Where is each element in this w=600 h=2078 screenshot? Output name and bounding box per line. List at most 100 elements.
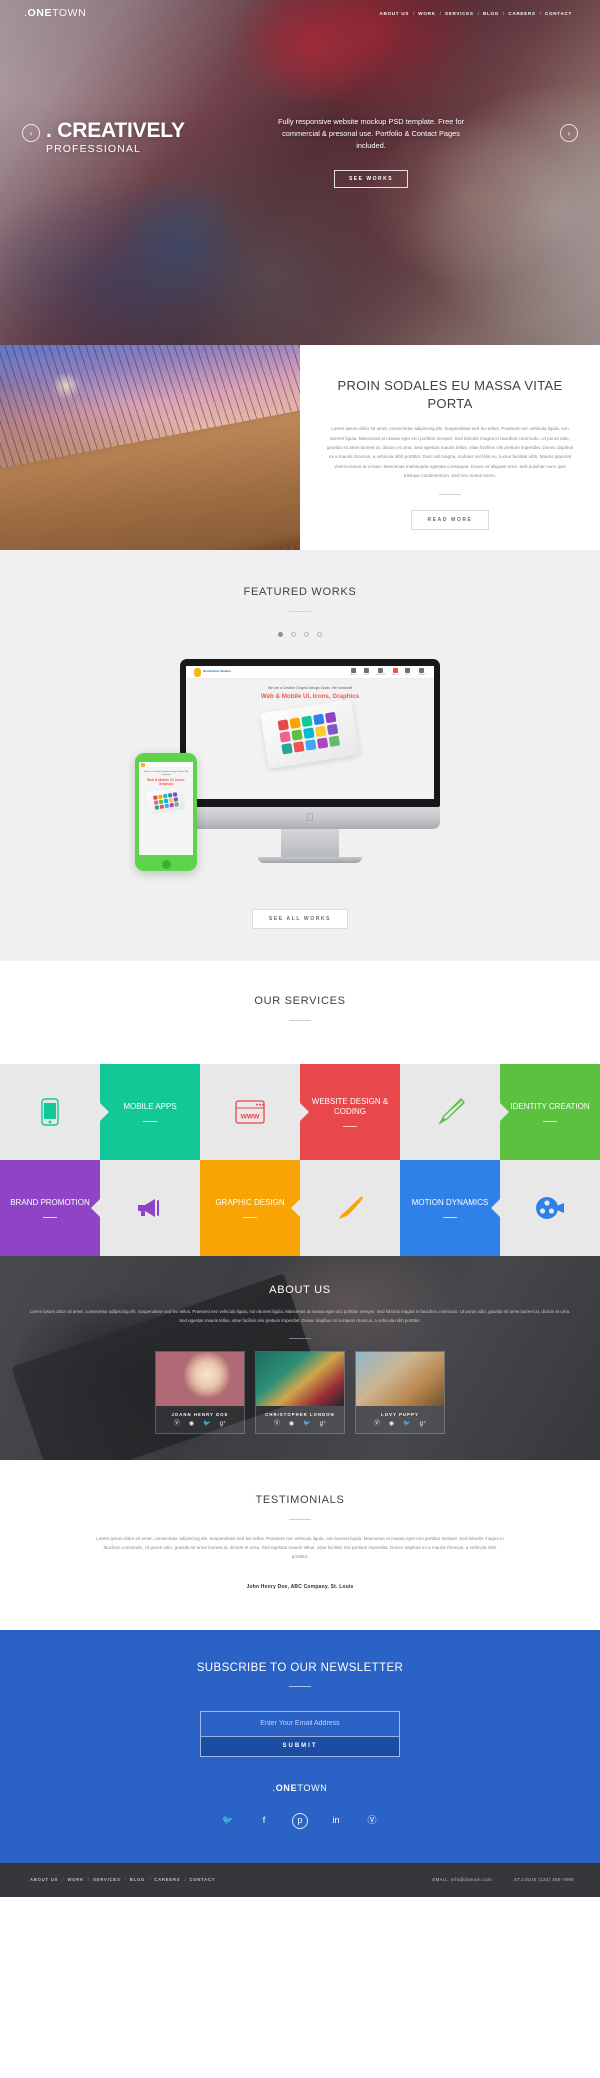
team-member-photo <box>356 1351 444 1406</box>
footer-contact-info: EMAIL: info@domain.com ST.LOUIS (123) 45… <box>432 1877 574 1882</box>
services-icon <box>378 668 384 673</box>
see-all-works-button[interactable]: SEE ALL WORKS <box>251 909 349 929</box>
carousel-dot-1[interactable] <box>278 632 283 637</box>
twitter-icon[interactable]: 🐦 <box>203 1421 210 1427</box>
team-member: CHRISTOPHER LONDON Ⓥ ◉ 🐦 g⁺ <box>255 1350 345 1434</box>
footer-nav: ABOUT US / WORK / SERVICES / BLOG / CARE… <box>26 1877 219 1882</box>
megaphone-icon <box>133 1191 167 1225</box>
service-tile-website-design[interactable]: WEBSITE DESIGN & CODING <box>300 1064 400 1160</box>
tile-notch-right <box>91 1199 100 1217</box>
service-tile-motion-dynamics[interactable]: MOTION DYNAMICS <box>400 1160 500 1256</box>
imac-mockup: DreamView Studios ABOUT WORK SERVICES AB… <box>180 659 440 863</box>
email-input[interactable] <box>201 1712 399 1735</box>
mockup-menu-item-blog[interactable]: BLOG <box>405 668 411 676</box>
google-plus-icon[interactable]: g⁺ <box>320 1421 327 1427</box>
service-icon-graphic-design <box>300 1160 400 1256</box>
facebook-icon[interactable]: f <box>256 1813 272 1829</box>
pinterest-icon[interactable]: p <box>292 1812 308 1829</box>
service-tile-brand-promotion[interactable]: BRAND PROMOTION <box>0 1160 100 1256</box>
featured-works-section: FEATURED WORKS DreamView Studios ABOUT W… <box>0 550 600 961</box>
dribbble-icon[interactable]: ◉ <box>189 1421 194 1427</box>
tile-notch-left <box>300 1103 309 1121</box>
about-body: Lorem ipsum dolor sit amet, consectetur … <box>29 1309 571 1323</box>
team-member-photo <box>156 1351 244 1406</box>
read-more-button[interactable]: READ MORE <box>410 509 490 530</box>
newsletter-section: SUBSCRIBE TO OUR NEWSLETTER SUBMIT .ONET… <box>0 1629 600 1863</box>
mockup-site-hero: We are a Creative Graphic Design Studio.… <box>186 679 434 769</box>
skype-icon[interactable]: Ⓥ <box>364 1813 380 1829</box>
nav-item-about-us[interactable]: ABOUT US <box>375 11 413 16</box>
contact-icon <box>419 668 425 673</box>
svg-text:www: www <box>240 1112 260 1121</box>
service-tile-graphic-design[interactable]: GRAPHIC DESIGN <box>200 1160 300 1256</box>
dribbble-icon[interactable]: ◉ <box>289 1421 294 1427</box>
site-logo[interactable]: .ONETOWN <box>24 7 86 19</box>
team-member: JOANN HENRY DOE Ⓥ ◉ 🐦 g⁺ <box>155 1350 245 1434</box>
carousel-dot-3[interactable] <box>304 632 309 637</box>
iphone-site-body: We are a Creative Graphic Design Studio.… <box>139 767 193 815</box>
device-mockup: DreamView Studios ABOUT WORK SERVICES AB… <box>135 659 465 889</box>
google-plus-icon[interactable]: g⁺ <box>420 1421 427 1427</box>
service-icon-motion-dynamics <box>500 1160 600 1256</box>
footer-link-blog[interactable]: BLOG <box>126 1877 149 1882</box>
linkedin-icon[interactable]: in <box>328 1813 344 1829</box>
work-icon <box>363 668 369 673</box>
mockup-menu-item-work[interactable]: WORK <box>363 668 369 676</box>
tile-notch-right <box>491 1199 500 1217</box>
service-icon-brand-promotion <box>100 1160 200 1256</box>
divider <box>289 1337 311 1339</box>
mockup-menu-item-about-2[interactable]: ABOUT <box>392 668 398 676</box>
service-tile-mobile-apps[interactable]: MOBILE APPS <box>100 1064 200 1160</box>
team-member-socials: Ⓥ ◉ 🐦 g⁺ <box>356 1420 444 1433</box>
footer-link-about-us[interactable]: ABOUT US <box>26 1877 62 1882</box>
footer-link-contact[interactable]: CONTACT <box>186 1877 220 1882</box>
skype-icon[interactable]: Ⓥ <box>274 1421 280 1427</box>
see-works-button[interactable]: SEE WORKS <box>333 169 409 188</box>
newsletter-form: SUBMIT <box>200 1710 400 1757</box>
page-footer: ABOUT US / WORK / SERVICES / BLOG / CARE… <box>0 1862 600 1897</box>
nav-item-contact[interactable]: CONTACT <box>541 11 576 16</box>
twitter-icon[interactable]: 🐦 <box>403 1421 410 1427</box>
service-tile-identity-creation[interactable]: IDENTITY CREATION <box>500 1064 600 1160</box>
nav-item-careers[interactable]: CAREERS <box>504 11 539 16</box>
service-label-graphic-design: GRAPHIC DESIGN <box>215 1198 285 1207</box>
team-member-name: CHRISTOPHER LONDON <box>256 1405 344 1421</box>
footer-link-work[interactable]: WORK <box>63 1877 87 1882</box>
testimonial-quote: Lorem ipsum dolor sit amet, consectetur … <box>96 1535 504 1560</box>
pencil-icon <box>433 1095 467 1129</box>
divider <box>43 1217 57 1218</box>
nav-item-blog[interactable]: BLOG <box>479 11 503 16</box>
divider <box>343 1126 357 1127</box>
footer-logo: .ONETOWN <box>0 1783 600 1793</box>
carousel-dot-2[interactable] <box>291 632 296 637</box>
service-icon-mobile-apps <box>0 1064 100 1160</box>
nav-item-work[interactable]: WORK <box>414 11 439 16</box>
skype-icon[interactable]: Ⓥ <box>374 1421 380 1427</box>
iphone-home-button[interactable] <box>161 860 171 869</box>
mockup-menu-item-contact[interactable]: CONTACT <box>417 668 426 676</box>
paintbrush-icon <box>333 1191 367 1225</box>
carousel-dot-4[interactable] <box>317 632 322 637</box>
footer-link-careers[interactable]: CAREERS <box>150 1877 184 1882</box>
footer-link-services[interactable]: SERVICES <box>89 1877 125 1882</box>
services-grid: MOBILE APPS www WEBSITE DESIGN & CODING <box>0 1064 600 1256</box>
hero-heading-block: . CREATIVELY PROFESSIONAL <box>46 112 256 155</box>
mockup-logo-mark-icon <box>194 667 201 677</box>
mockup-menu-item-services[interactable]: SERVICES <box>376 668 385 676</box>
carousel-prev-arrow[interactable]: ‹ <box>22 124 40 142</box>
mockup-menu-item-about[interactable]: ABOUT <box>350 668 357 676</box>
services-title: OUR SERVICES <box>254 995 346 1007</box>
imac-chin:  <box>180 807 440 829</box>
submit-button[interactable]: SUBMIT <box>201 1735 399 1756</box>
divider <box>143 1121 157 1122</box>
mockup-phone-image <box>260 698 360 769</box>
dribbble-icon[interactable]: ◉ <box>389 1421 394 1427</box>
intro-body: Lorem ipsum dolor sit amet, consectetur … <box>326 426 574 479</box>
google-plus-icon[interactable]: g⁺ <box>220 1421 227 1427</box>
nav-item-services[interactable]: SERVICES <box>441 11 478 16</box>
twitter-icon[interactable]: 🐦 <box>303 1421 310 1427</box>
about-icon <box>350 668 356 673</box>
carousel-next-arrow[interactable]: › <box>560 124 578 142</box>
skype-icon[interactable]: Ⓥ <box>174 1421 180 1427</box>
twitter-icon[interactable]: 🐦 <box>220 1813 236 1829</box>
